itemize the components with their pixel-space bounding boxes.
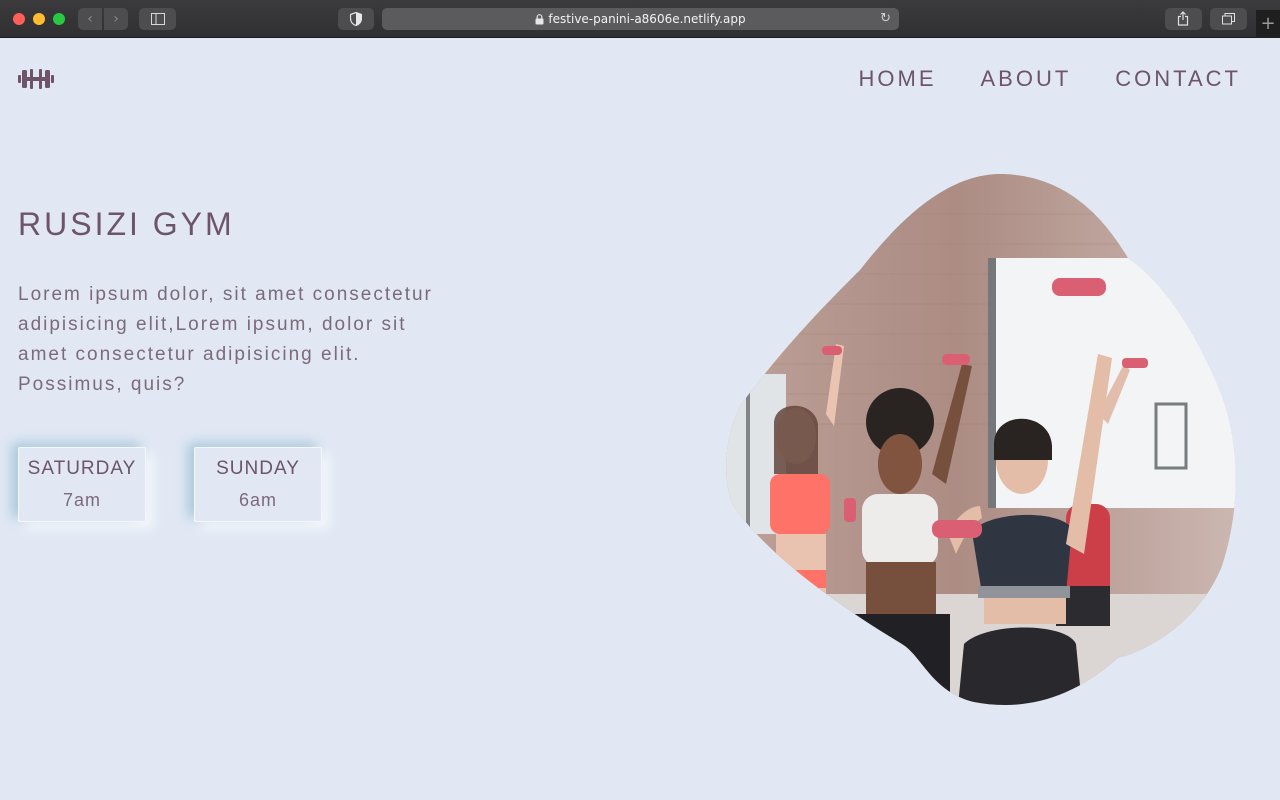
plus-icon: +	[1260, 13, 1276, 34]
new-tab-button[interactable]: +	[1256, 10, 1280, 38]
tab-overview-button[interactable]	[1210, 8, 1247, 30]
share-icon	[1177, 11, 1189, 26]
logo-link[interactable]	[18, 67, 54, 95]
fullscreen-window-button[interactable]	[53, 13, 65, 25]
nav-item-about[interactable]: ABOUT	[981, 66, 1072, 92]
lock-icon	[535, 14, 544, 25]
share-button[interactable]	[1165, 8, 1202, 30]
url-text: festive-panini-a8606e.netlify.app	[548, 12, 746, 26]
page: HOME ABOUT CONTACT RUSIZI GYM Lorem ipsu…	[0, 38, 1280, 800]
browser-toolbar: ‹ › festive-panini-a8606e.netlify.app ↻ …	[0, 0, 1280, 38]
main-nav: HOME ABOUT CONTACT	[859, 66, 1242, 92]
schedule-day: SUNDAY	[216, 458, 300, 479]
shield-icon	[350, 12, 362, 26]
schedule-time: 7am	[62, 490, 101, 510]
dumbbell-icon	[18, 69, 54, 89]
hero-title: RUSIZI GYM	[18, 206, 235, 242]
schedule-card-sunday: SUNDAY 6am	[194, 447, 322, 522]
nav-item-home[interactable]: HOME	[859, 66, 937, 92]
hero-image	[726, 174, 1236, 705]
minimize-window-button[interactable]	[33, 13, 45, 25]
schedule-time: 6am	[238, 490, 277, 510]
forward-button[interactable]: ›	[104, 8, 128, 30]
address-bar[interactable]: festive-panini-a8606e.netlify.app ↻	[382, 8, 899, 30]
privacy-report-button[interactable]	[338, 8, 374, 30]
close-window-button[interactable]	[13, 13, 25, 25]
chevron-right-icon: ›	[113, 11, 119, 27]
schedule-day: SATURDAY	[27, 458, 137, 479]
back-button[interactable]: ‹	[78, 8, 102, 30]
hero-description: Lorem ipsum dolor, sit amet consectetur …	[18, 284, 433, 395]
nav-item-contact[interactable]: CONTACT	[1115, 66, 1241, 92]
reload-icon[interactable]: ↻	[880, 8, 891, 30]
sidebar-toggle-button[interactable]	[139, 8, 176, 30]
sidebar-icon	[151, 13, 165, 25]
schedule-card-saturday: SATURDAY 7am	[18, 447, 146, 522]
tabs-icon	[1222, 13, 1235, 25]
chevron-left-icon: ‹	[87, 11, 93, 27]
